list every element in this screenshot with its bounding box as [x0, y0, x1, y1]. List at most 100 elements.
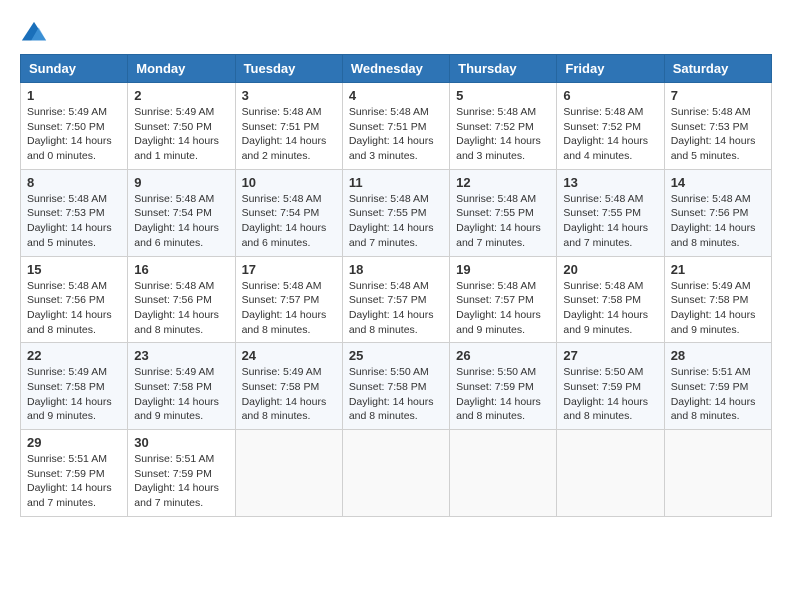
- cell-content: Sunrise: 5:49 AMSunset: 7:58 PMDaylight:…: [242, 365, 336, 424]
- calendar-cell: 3Sunrise: 5:48 AMSunset: 7:51 PMDaylight…: [235, 83, 342, 170]
- calendar-cell: 16Sunrise: 5:48 AMSunset: 7:56 PMDayligh…: [128, 256, 235, 343]
- cell-line: and 3 minutes.: [456, 149, 550, 164]
- cell-line: Daylight: 14 hours: [671, 221, 765, 236]
- cell-line: and 3 minutes.: [349, 149, 443, 164]
- day-number: 15: [27, 262, 121, 277]
- cell-line: Daylight: 14 hours: [563, 134, 657, 149]
- calendar-cell: 30 Sunrise: 5:51 AMSunset: 7:59 PMDayligh…: [128, 430, 235, 517]
- calendar-table: SundayMondayTuesdayWednesdayThursdayFrid…: [20, 54, 772, 517]
- cell-line: Daylight: 14 hours: [456, 395, 550, 410]
- day-number: 30: [134, 435, 228, 450]
- calendar-cell: 19Sunrise: 5:48 AMSunset: 7:57 PMDayligh…: [450, 256, 557, 343]
- cell-line: Daylight: 14 hours: [134, 395, 228, 410]
- calendar-cell: [664, 430, 771, 517]
- week-row-3: 15Sunrise: 5:48 AMSunset: 7:56 PMDayligh…: [21, 256, 772, 343]
- cell-line: Sunset: 7:58 PM: [134, 380, 228, 395]
- header-thursday: Thursday: [450, 55, 557, 83]
- cell-content: Sunrise: 5:48 AMSunset: 7:53 PMDaylight:…: [671, 105, 765, 164]
- cell-content: Sunrise: 5:48 AMSunset: 7:58 PMDaylight:…: [563, 279, 657, 338]
- cell-line: Sunset: 7:58 PM: [671, 293, 765, 308]
- cell-line: Daylight: 14 hours: [134, 308, 228, 323]
- cell-line: Sunrise: 5:48 AM: [671, 105, 765, 120]
- cell-line: Daylight: 14 hours: [242, 221, 336, 236]
- calendar-cell: 22 Sunrise: 5:49 AMSunset: 7:58 PMDayligh…: [21, 343, 128, 430]
- cell-line: Sunrise: 5:51 AM: [134, 452, 228, 467]
- cell-line: Sunrise: 5:48 AM: [242, 105, 336, 120]
- day-number: 11: [349, 175, 443, 190]
- cell-content: Sunrise: 5:48 AMSunset: 7:52 PMDaylight:…: [456, 105, 550, 164]
- calendar-cell: [557, 430, 664, 517]
- cell-line: Sunrise: 5:50 AM: [563, 365, 657, 380]
- cell-content: Sunrise: 5:48 AMSunset: 7:57 PMDaylight:…: [456, 279, 550, 338]
- cell-content: Sunrise: 5:49 AMSunset: 7:58 PMDaylight:…: [27, 365, 121, 424]
- cell-line: Sunrise: 5:48 AM: [27, 279, 121, 294]
- calendar-cell: 26Sunrise: 5:50 AMSunset: 7:59 PMDayligh…: [450, 343, 557, 430]
- day-number: 21: [671, 262, 765, 277]
- cell-content: Sunrise: 5:48 AMSunset: 7:56 PMDaylight:…: [671, 192, 765, 251]
- cell-line: Daylight: 14 hours: [563, 395, 657, 410]
- day-number: 24: [242, 348, 336, 363]
- day-number: 17: [242, 262, 336, 277]
- cell-line: Daylight: 14 hours: [671, 134, 765, 149]
- day-number: 22: [27, 348, 121, 363]
- cell-line: Sunset: 7:55 PM: [456, 206, 550, 221]
- cell-line: Sunset: 7:55 PM: [349, 206, 443, 221]
- cell-line: Daylight: 14 hours: [134, 134, 228, 149]
- cell-line: Daylight: 14 hours: [349, 221, 443, 236]
- cell-line: Sunset: 7:59 PM: [456, 380, 550, 395]
- cell-line: Sunset: 7:58 PM: [563, 293, 657, 308]
- cell-line: and 8 minutes.: [134, 323, 228, 338]
- cell-line: Daylight: 14 hours: [563, 308, 657, 323]
- cell-line: Daylight: 14 hours: [134, 221, 228, 236]
- cell-line: Sunset: 7:59 PM: [134, 467, 228, 482]
- header-sunday: Sunday: [21, 55, 128, 83]
- cell-line: and 7 minutes.: [27, 496, 121, 511]
- calendar-cell: 11 Sunrise: 5:48 AMSunset: 7:55 PMDayligh…: [342, 169, 449, 256]
- calendar-cell: 14Sunrise: 5:48 AMSunset: 7:56 PMDayligh…: [664, 169, 771, 256]
- cell-line: Sunset: 7:55 PM: [563, 206, 657, 221]
- cell-line: and 7 minutes.: [563, 236, 657, 251]
- cell-line: and 9 minutes.: [671, 323, 765, 338]
- cell-line: Daylight: 14 hours: [456, 221, 550, 236]
- cell-line: and 8 minutes.: [27, 323, 121, 338]
- cell-line: Sunrise: 5:48 AM: [349, 192, 443, 207]
- cell-content: Sunrise: 5:48 AMSunset: 7:55 PMDaylight:…: [456, 192, 550, 251]
- calendar-cell: 27Sunrise: 5:50 AMSunset: 7:59 PMDayligh…: [557, 343, 664, 430]
- cell-line: Sunset: 7:54 PM: [134, 206, 228, 221]
- cell-line: and 1 minute.: [134, 149, 228, 164]
- cell-line: Sunrise: 5:48 AM: [456, 105, 550, 120]
- cell-line: Sunset: 7:57 PM: [349, 293, 443, 308]
- day-number: 10: [242, 175, 336, 190]
- day-number: 27: [563, 348, 657, 363]
- logo: [20, 20, 52, 48]
- calendar-cell: 21Sunrise: 5:49 AMSunset: 7:58 PMDayligh…: [664, 256, 771, 343]
- week-row-4: 22Sunrise: 5:49 AMSunset: 7:58 PMDayligh…: [21, 343, 772, 430]
- calendar-cell: 2Sunrise: 5:49 AMSunset: 7:50 PMDaylight…: [128, 83, 235, 170]
- cell-line: Sunset: 7:51 PM: [242, 120, 336, 135]
- calendar-cell: 5Sunrise: 5:48 AMSunset: 7:52 PMDaylight…: [450, 83, 557, 170]
- header-friday: Friday: [557, 55, 664, 83]
- cell-line: and 6 minutes.: [242, 236, 336, 251]
- day-number: 20: [563, 262, 657, 277]
- day-number: 13: [563, 175, 657, 190]
- calendar-cell: [450, 430, 557, 517]
- cell-line: Daylight: 14 hours: [134, 481, 228, 496]
- cell-line: Sunrise: 5:48 AM: [242, 279, 336, 294]
- cell-line: Sunrise: 5:48 AM: [456, 192, 550, 207]
- calendar-cell: 25Sunrise: 5:50 AMSunset: 7:58 PMDayligh…: [342, 343, 449, 430]
- cell-line: Sunrise: 5:51 AM: [27, 452, 121, 467]
- day-number: 6: [563, 88, 657, 103]
- cell-line: and 0 minutes.: [27, 149, 121, 164]
- day-number: 8: [27, 175, 121, 190]
- calendar-cell: 6Sunrise: 5:48 AMSunset: 7:52 PMDaylight…: [557, 83, 664, 170]
- cell-line: Daylight: 14 hours: [242, 308, 336, 323]
- cell-line: Sunrise: 5:49 AM: [134, 365, 228, 380]
- calendar-cell: 17Sunrise: 5:48 AMSunset: 7:57 PMDayligh…: [235, 256, 342, 343]
- cell-content: Sunrise: 5:48 AMSunset: 7:51 PMDaylight:…: [349, 105, 443, 164]
- header-wednesday: Wednesday: [342, 55, 449, 83]
- calendar-cell: 7Sunrise: 5:48 AMSunset: 7:53 PMDaylight…: [664, 83, 771, 170]
- day-number: 2: [134, 88, 228, 103]
- cell-line: Daylight: 14 hours: [456, 308, 550, 323]
- cell-line: and 4 minutes.: [563, 149, 657, 164]
- cell-line: Sunrise: 5:48 AM: [671, 192, 765, 207]
